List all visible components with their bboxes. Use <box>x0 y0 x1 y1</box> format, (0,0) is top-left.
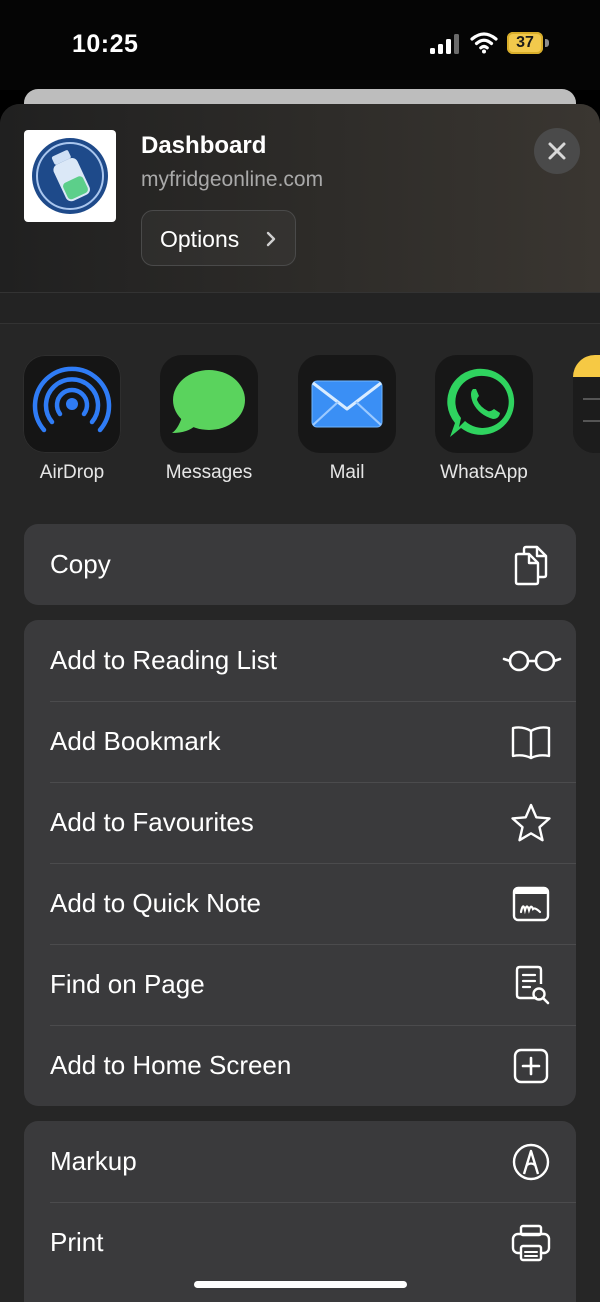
wifi-icon <box>470 32 498 54</box>
app-label: AirDrop <box>39 462 105 483</box>
options-label: Options <box>160 226 240 252</box>
status-time: 10:25 <box>72 30 139 58</box>
app-notes[interactable]: N <box>562 355 600 495</box>
action-label: Print <box>50 1227 104 1257</box>
action-add-to-quick-note[interactable]: Add to Quick Note <box>24 863 576 944</box>
status-bar: 10:25 37 <box>0 0 600 90</box>
fridge-bottle-logo-icon <box>32 138 108 214</box>
action-label: Add to Reading List <box>50 645 277 675</box>
action-add-bookmark[interactable]: Add Bookmark <box>24 701 576 782</box>
whatsapp-icon <box>435 355 533 453</box>
action-group-more: Markup Print <box>24 1121 576 1302</box>
find-on-page-icon <box>515 965 550 1005</box>
add-square-icon <box>513 1048 549 1084</box>
options-button[interactable]: Options <box>141 210 296 266</box>
action-label: Add to Quick Note <box>50 888 261 918</box>
copy-icon <box>514 545 548 586</box>
app-label: N <box>554 462 600 484</box>
app-whatsapp[interactable]: WhatsApp <box>424 355 544 495</box>
site-thumbnail <box>24 130 116 222</box>
app-label: Mail <box>329 462 365 483</box>
action-group-main: Add to Reading List Add Bookmark Add to … <box>24 620 576 1106</box>
page-title: Dashboard <box>141 132 267 159</box>
close-button[interactable] <box>534 128 580 174</box>
printer-icon <box>511 1224 551 1262</box>
action-label: Markup <box>50 1146 137 1176</box>
app-mail[interactable]: Mail <box>287 355 407 495</box>
header-separator <box>0 292 600 324</box>
glasses-icon <box>502 650 562 672</box>
airdrop-icon <box>23 355 121 453</box>
action-label: Copy <box>50 549 111 579</box>
quick-note-icon <box>512 886 550 922</box>
notes-icon <box>573 355 600 453</box>
battery-level: 37 <box>507 32 543 54</box>
page-url: myfridgeonline.com <box>141 168 324 191</box>
action-find-on-page[interactable]: Find on Page <box>24 944 576 1025</box>
action-label: Find on Page <box>50 969 205 999</box>
action-add-to-home-screen[interactable]: Add to Home Screen <box>24 1025 576 1106</box>
action-label: Add to Favourites <box>50 807 254 837</box>
share-sheet-header: Dashboard myfridgeonline.com Options <box>0 104 600 292</box>
app-airdrop[interactable]: AirDrop <box>12 355 132 495</box>
close-icon <box>548 142 566 160</box>
action-markup[interactable]: Markup <box>24 1121 576 1202</box>
chevron-right-icon <box>266 231 276 247</box>
mail-icon <box>298 355 396 453</box>
action-label: Add Bookmark <box>50 726 221 756</box>
home-indicator[interactable] <box>194 1281 407 1288</box>
action-add-to-reading-list[interactable]: Add to Reading List <box>24 620 576 701</box>
action-print[interactable]: Print <box>24 1202 576 1283</box>
battery-icon: 37 <box>507 32 551 54</box>
app-label: WhatsApp <box>440 462 528 483</box>
app-messages[interactable]: Messages <box>149 355 269 495</box>
action-copy[interactable]: Copy <box>24 524 576 605</box>
book-icon <box>511 726 551 760</box>
messages-icon <box>160 355 258 453</box>
action-label: Add to Home Screen <box>50 1050 292 1080</box>
action-group-copy: Copy <box>24 524 576 605</box>
markup-icon <box>512 1143 550 1181</box>
app-label: Messages <box>165 462 253 483</box>
share-sheet: Dashboard myfridgeonline.com Options Air… <box>0 104 600 1302</box>
star-icon <box>511 803 551 842</box>
cellular-signal-icon <box>430 34 459 54</box>
action-add-to-favourites[interactable]: Add to Favourites <box>24 782 576 863</box>
